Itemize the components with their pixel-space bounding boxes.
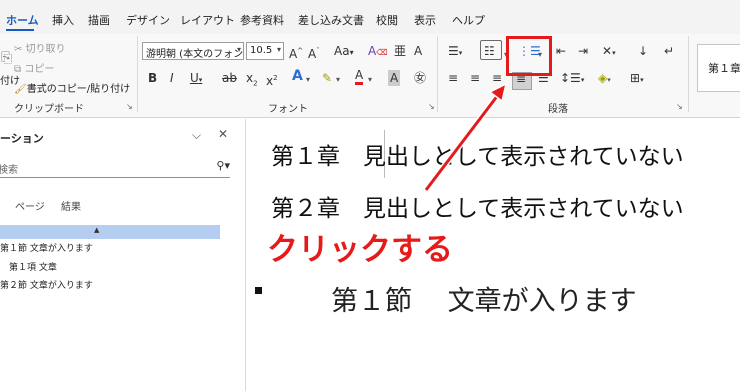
font-name-combo[interactable]: 游明朝 (本文のフォン ▾ — [142, 42, 244, 60]
clipboard-group-label: クリップボード — [14, 104, 84, 115]
tab-references[interactable]: 参考資料 — [240, 12, 284, 28]
char-shading-icon[interactable]: A — [388, 70, 401, 86]
highlighter-icon[interactable]: ✎ — [322, 70, 332, 86]
increase-indent-icon[interactable]: ⇥ — [578, 43, 588, 59]
enclosed-char-icon[interactable]: ㊛ — [414, 70, 426, 86]
copy-icon: ⧉ — [14, 64, 25, 75]
phonetic-guide-icon[interactable]: 亜 — [394, 43, 406, 59]
tab-help[interactable]: ヘルプ — [452, 12, 485, 28]
brush-icon: 🖌 — [14, 84, 27, 95]
tab-review[interactable]: 校閲 — [376, 12, 398, 28]
doc-heading-line: 第１章 見出しとして表示されていない — [271, 144, 684, 170]
font-group-label: フォント — [268, 104, 308, 115]
font-launcher-icon[interactable]: ↘ — [428, 102, 435, 111]
doc-section-line: 第１節 文章が入ります — [331, 286, 637, 317]
paragraph-launcher-icon[interactable]: ↘ — [676, 102, 683, 111]
tab-view[interactable]: 表示 — [414, 12, 436, 28]
font-color-icon[interactable]: A — [355, 68, 364, 85]
nav-heading-item[interactable]: 第２節 文章が入ります — [0, 278, 93, 291]
underline-icon[interactable]: U▾ — [190, 70, 202, 88]
asian-layout-icon[interactable]: ✕▾ — [602, 43, 616, 61]
bold-icon[interactable]: B — [148, 70, 157, 86]
tab-mailings[interactable]: 差し込み文書 — [298, 12, 364, 28]
shrink-font-icon[interactable]: Aˇ — [308, 43, 320, 62]
scissors-icon: ✂ — [14, 44, 26, 55]
paragraph-group-label: 段落 — [548, 104, 568, 115]
tab-draw[interactable]: 描画 — [88, 12, 110, 28]
cut-button[interactable]: ✂ 切り取り — [14, 40, 66, 55]
clear-format-icon[interactable]: A⌫ — [368, 43, 388, 61]
nav-search-input[interactable]: 検索 ⚲▾ — [0, 158, 230, 178]
align-left-icon[interactable]: ≡ — [448, 70, 458, 86]
collapse-icon: ▲ — [94, 226, 100, 234]
search-icon[interactable]: ⚲▾ — [216, 159, 230, 172]
tab-design[interactable]: デザイン — [126, 12, 170, 28]
chevron-down-icon: ▾ — [236, 45, 241, 54]
tab-home[interactable]: ホーム — [6, 12, 39, 28]
shading-icon[interactable]: ◈▾ — [598, 70, 611, 88]
doc-heading-line: 第２章 見出しとして表示されていない — [271, 196, 684, 222]
paragraph-mark-icon — [255, 287, 262, 294]
navigation-pane: ーション ⌵ ✕ 検索 ⚲▾ ページ 結果 ▲ 第１節 文章が入ります 第１項 … — [0, 119, 246, 391]
annotation-label: クリックする — [267, 232, 453, 268]
italic-icon[interactable]: I — [170, 70, 174, 86]
group-divider — [437, 36, 438, 112]
show-marks-icon[interactable]: ↵ — [664, 43, 674, 59]
highlight-box — [506, 36, 552, 76]
align-right-icon[interactable]: ≡ — [492, 70, 502, 86]
line-spacing-icon[interactable]: ↕☰▾ — [560, 70, 584, 88]
format-painter-button[interactable]: 🖌書式のコピー/貼り付け — [14, 80, 130, 95]
decrease-indent-icon[interactable]: ⇤ — [556, 43, 566, 59]
tab-results[interactable]: 結果 — [61, 198, 81, 213]
text-effects-icon[interactable]: A — [292, 68, 303, 84]
group-divider — [137, 36, 138, 112]
tab-pages[interactable]: ページ — [15, 198, 45, 213]
chevron-down-icon[interactable]: ▾ — [336, 72, 340, 88]
enclose-char-icon[interactable]: A — [414, 43, 422, 59]
chevron-down-icon: ▾ — [276, 45, 281, 54]
clipboard-launcher-icon[interactable]: ↘ — [126, 102, 133, 111]
subscript-icon[interactable]: x2 — [246, 70, 258, 91]
chevron-down-icon[interactable]: ▾ — [306, 72, 310, 88]
ribbon-tab-bar: ホーム 挿入 描画 デザイン レイアウト 参考資料 差し込み文書 校閲 表示 ヘ… — [0, 0, 740, 34]
bullets-icon[interactable]: ☰▾ — [448, 43, 462, 61]
nav-heading-item[interactable]: 第１節 文章が入ります — [0, 241, 93, 254]
group-divider — [688, 36, 689, 112]
nav-selected-item[interactable]: ▲ — [0, 225, 220, 239]
nav-heading-item[interactable]: 第１項 文章 — [9, 260, 57, 273]
chevron-down-icon[interactable]: ⌵ — [192, 128, 201, 143]
copy-button[interactable]: ⧉ コピー — [14, 60, 54, 75]
change-case-icon[interactable]: Aa▾ — [334, 43, 354, 61]
tab-insert[interactable]: 挿入 — [52, 12, 74, 28]
close-icon[interactable]: ✕ — [218, 127, 228, 141]
sort-icon[interactable]: ↓ — [638, 43, 648, 59]
strikethrough-icon[interactable]: ab — [222, 70, 237, 86]
grow-font-icon[interactable]: A^ — [289, 43, 303, 62]
active-tab-indicator — [6, 29, 34, 31]
style-gallery-item[interactable]: 第１章 — [697, 44, 740, 92]
chevron-down-icon[interactable]: ▾ — [368, 72, 372, 88]
superscript-icon[interactable]: x2 — [266, 70, 278, 89]
nav-pane-title: ーション — [0, 132, 44, 145]
numbering-icon[interactable]: ☷ — [484, 43, 495, 59]
borders-icon[interactable]: ⊞▾ — [630, 70, 644, 88]
tab-layout[interactable]: レイアウト — [180, 12, 235, 28]
font-size-combo[interactable]: 10.5 ▾ — [246, 42, 284, 60]
ribbon: 付け ⎘ ✂ 切り取り ⧉ コピー 🖌書式のコピー/貼り付け クリップボード ↘… — [0, 34, 740, 118]
align-center-icon[interactable]: ≡ — [470, 70, 480, 86]
paste-icon[interactable]: ⎘ — [1, 50, 12, 66]
